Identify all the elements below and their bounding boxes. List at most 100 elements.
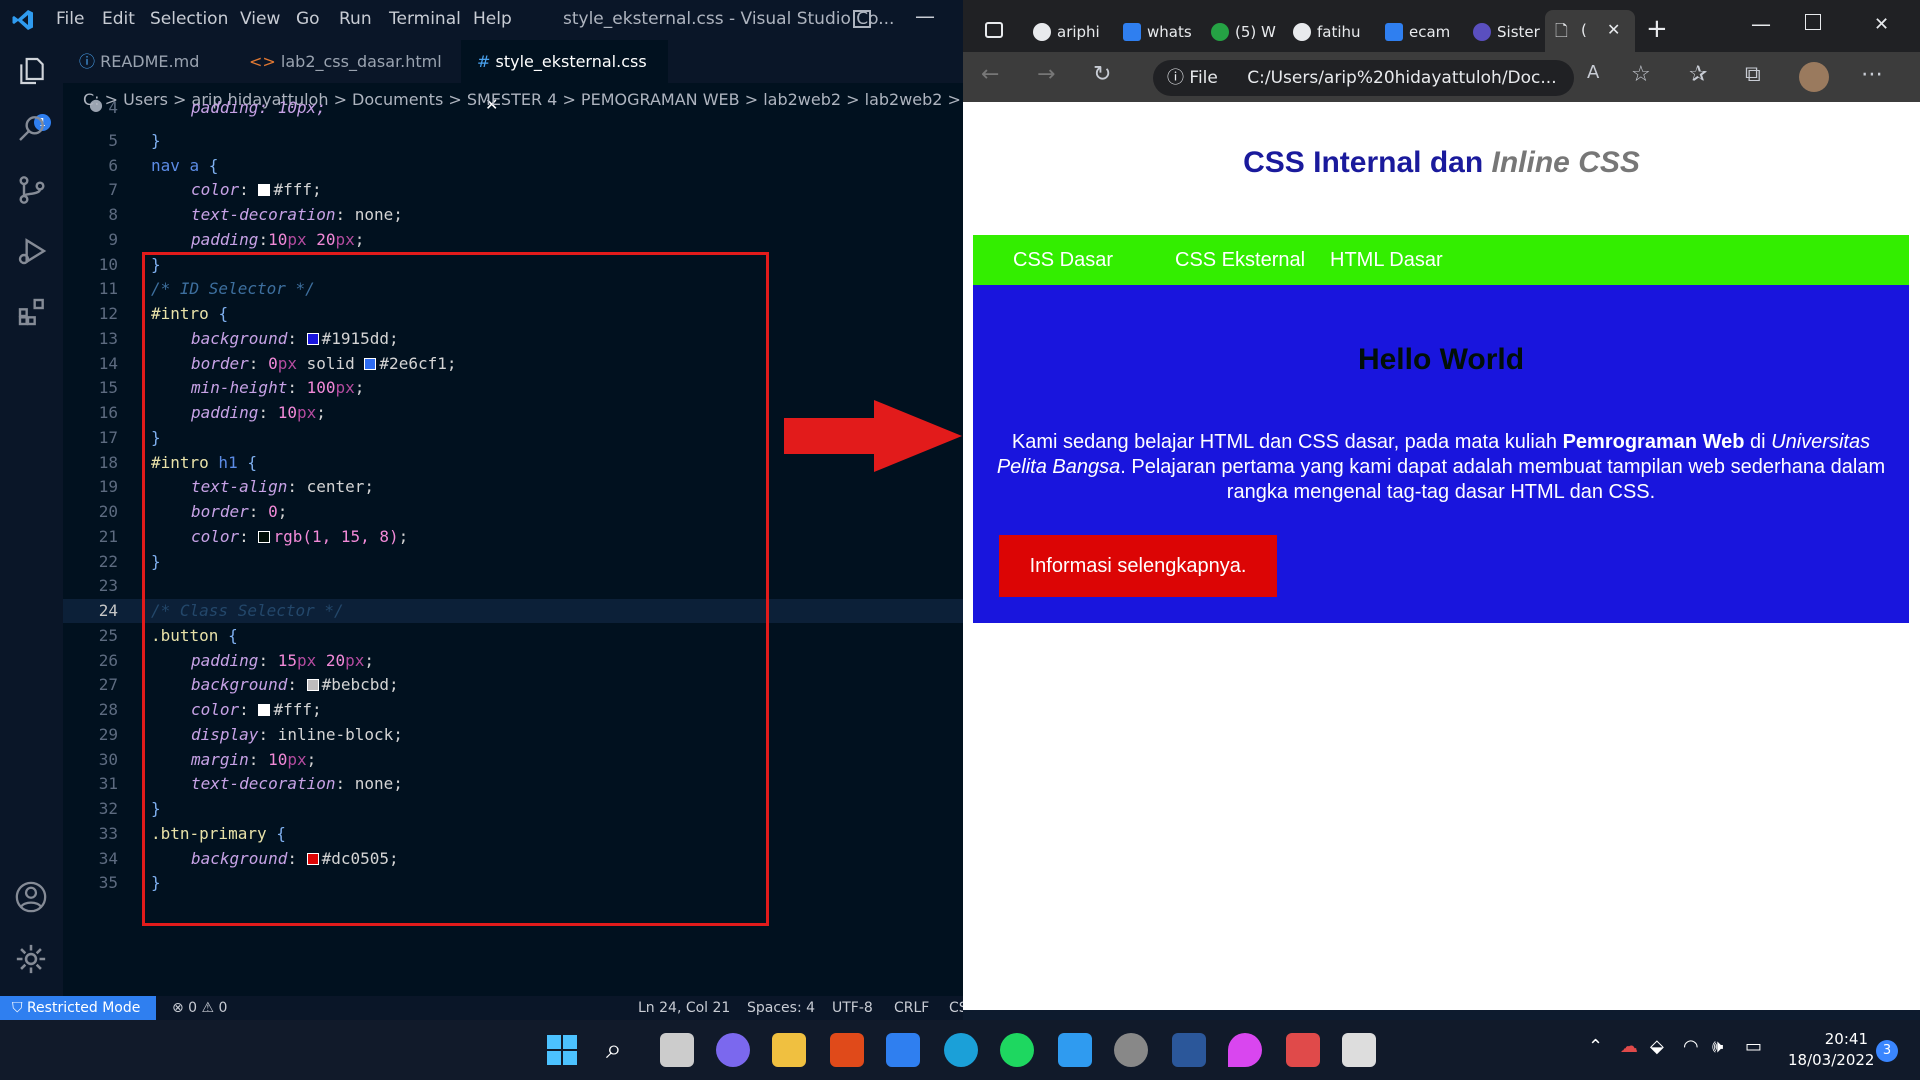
battery-icon[interactable]: ▭ bbox=[1745, 1036, 1762, 1057]
tab-actions-icon[interactable] bbox=[985, 22, 1003, 38]
code-number: 20 bbox=[316, 230, 336, 249]
avatar[interactable] bbox=[1799, 62, 1829, 92]
word-icon[interactable] bbox=[1172, 1033, 1206, 1067]
tab-readme[interactable]: ⓘ README.md ● bbox=[63, 40, 228, 114]
photos-icon[interactable] bbox=[1342, 1033, 1376, 1067]
menu-terminal[interactable]: Terminal bbox=[389, 9, 461, 29]
system-clock[interactable]: 20:41 18/03/2022 bbox=[1788, 1029, 1874, 1071]
notification-badge[interactable]: 3 bbox=[1876, 1040, 1898, 1062]
nav-link-css-dasar[interactable]: CSS Dasar bbox=[1013, 235, 1113, 285]
volume-icon[interactable]: 🕪 bbox=[1712, 1036, 1723, 1057]
color-swatch[interactable] bbox=[258, 184, 271, 196]
address-bar[interactable]: ⓘ File C:/Users/arip%20hidayattuloh/Doc.… bbox=[1153, 60, 1574, 96]
task-view-icon[interactable] bbox=[660, 1033, 694, 1067]
forward-icon[interactable]: → bbox=[1037, 62, 1055, 87]
tab-css[interactable]: # style_eksternal.css ✕ bbox=[461, 40, 668, 114]
bing-icon bbox=[1123, 23, 1141, 41]
edge-icon[interactable] bbox=[944, 1033, 978, 1067]
line-number: 30 bbox=[98, 750, 118, 769]
menu-edit[interactable]: Edit bbox=[102, 9, 135, 29]
intro-text: . Pelajaran pertama yang kami dapat adal… bbox=[1120, 456, 1886, 503]
info-icon: ⓘ bbox=[1167, 68, 1184, 88]
source-control-icon[interactable] bbox=[16, 174, 48, 206]
line-number: 23 bbox=[98, 576, 118, 595]
file-explorer-icon[interactable] bbox=[772, 1033, 806, 1067]
menu-go[interactable]: Go bbox=[296, 9, 320, 29]
code-selector: nav bbox=[151, 156, 180, 175]
menu-file[interactable]: File bbox=[56, 9, 84, 29]
minimize-icon[interactable]: — bbox=[1751, 12, 1771, 36]
browser-tab[interactable]: Sister bbox=[1473, 12, 1545, 52]
extensions-icon[interactable] bbox=[16, 296, 48, 328]
mail-icon[interactable] bbox=[886, 1033, 920, 1067]
obs-icon[interactable] bbox=[1114, 1033, 1148, 1067]
run-debug-icon[interactable] bbox=[16, 235, 48, 267]
add-favorite-icon[interactable]: ☆ bbox=[1631, 62, 1651, 87]
menu-view[interactable]: View bbox=[240, 9, 280, 29]
page-title-italic: Inline CSS bbox=[1491, 146, 1640, 179]
menu-selection[interactable]: Selection bbox=[150, 9, 228, 29]
spotify-icon[interactable] bbox=[1000, 1033, 1034, 1067]
restricted-mode-indicator[interactable]: ⛉ Restricted Mode bbox=[0, 996, 156, 1020]
github-icon bbox=[1293, 23, 1311, 41]
cursor-position[interactable]: Ln 24, Col 21 bbox=[638, 996, 730, 1020]
language-mode[interactable]: CSS bbox=[949, 996, 963, 1020]
nav-link-css-eksternal[interactable]: CSS Eksternal bbox=[1175, 235, 1305, 285]
code-line-9: padding:10px 20px; bbox=[191, 230, 365, 249]
favorites-icon[interactable]: ✰ bbox=[1689, 62, 1707, 87]
wifi-icon[interactable]: ◠ bbox=[1683, 1036, 1699, 1057]
chevron-up-icon[interactable]: ⌃ bbox=[1588, 1036, 1603, 1057]
minimize-icon[interactable]: — bbox=[915, 4, 935, 28]
info-button[interactable]: Informasi selengkapnya. bbox=[999, 535, 1277, 597]
browser-tab[interactable]: ecam bbox=[1385, 12, 1465, 52]
search-icon[interactable] bbox=[16, 112, 48, 144]
settings-gear-icon[interactable] bbox=[14, 942, 48, 976]
collections-icon[interactable]: ⧉ bbox=[1745, 62, 1761, 87]
code-property: text-decoration bbox=[191, 205, 336, 224]
vscode-icon[interactable] bbox=[1058, 1033, 1092, 1067]
search-icon[interactable]: ⌕ bbox=[606, 1032, 622, 1066]
account-icon[interactable] bbox=[14, 880, 48, 914]
refresh-icon[interactable]: ↻ bbox=[1093, 62, 1111, 87]
paint-icon[interactable] bbox=[1228, 1033, 1262, 1067]
browser-tab-active[interactable]: 🗋 ( ✕ bbox=[1545, 10, 1635, 52]
new-tab-button[interactable]: + bbox=[1646, 14, 1668, 44]
layout-icon[interactable] bbox=[853, 10, 871, 28]
git-icon[interactable] bbox=[1286, 1033, 1320, 1067]
browser-tab-label: (5) W bbox=[1235, 23, 1276, 41]
windows-start-icon[interactable] bbox=[546, 1034, 578, 1066]
line-endings[interactable]: CRLF bbox=[894, 996, 929, 1020]
line-number: 20 bbox=[98, 502, 118, 521]
nav-link-html-dasar[interactable]: HTML Dasar bbox=[1330, 235, 1443, 285]
indentation[interactable]: Spaces: 4 bbox=[747, 996, 815, 1020]
office-icon[interactable] bbox=[830, 1033, 864, 1067]
code-line-6: nav a { bbox=[151, 156, 218, 175]
intro-bold: Pemrograman Web bbox=[1562, 431, 1745, 453]
explorer-icon[interactable] bbox=[16, 54, 48, 88]
browser-tab-label: ( bbox=[1581, 21, 1587, 39]
close-window-icon[interactable]: ✕ bbox=[1874, 14, 1889, 35]
more-menu-icon[interactable]: ⋯ bbox=[1861, 62, 1883, 87]
window-title: style_eksternal.css - Visual Studio Co..… bbox=[563, 9, 895, 29]
back-icon[interactable]: ← bbox=[981, 62, 999, 87]
line-number: 19 bbox=[98, 477, 118, 496]
line-number: 29 bbox=[98, 725, 118, 744]
line-number: 24 bbox=[98, 601, 118, 620]
menu-run[interactable]: Run bbox=[339, 9, 372, 29]
read-aloud-icon[interactable]: A bbox=[1587, 62, 1599, 83]
teams-chat-icon[interactable] bbox=[716, 1033, 750, 1067]
maximize-icon[interactable] bbox=[1805, 14, 1821, 30]
onedrive-icon[interactable]: ☁ bbox=[1620, 1036, 1638, 1057]
browser-tab[interactable]: ariphi bbox=[1033, 12, 1108, 52]
line-number: 16 bbox=[98, 403, 118, 422]
browser-tab[interactable]: whats bbox=[1123, 12, 1198, 52]
dropbox-icon[interactable]: ⬙ bbox=[1650, 1036, 1664, 1057]
menu-help[interactable]: Help bbox=[473, 9, 512, 29]
close-icon[interactable]: ✕ bbox=[1607, 20, 1620, 39]
browser-tab[interactable]: fatihu bbox=[1293, 12, 1373, 52]
problems-indicator[interactable]: ⊗ 0 ⚠ 0 bbox=[172, 996, 227, 1020]
code-selector: a bbox=[179, 156, 200, 175]
encoding[interactable]: UTF-8 bbox=[832, 996, 873, 1020]
browser-tab[interactable]: (5) W bbox=[1211, 12, 1286, 52]
web-page: CSS Internal dan Inline CSS CSS Dasar CS… bbox=[963, 102, 1920, 1010]
